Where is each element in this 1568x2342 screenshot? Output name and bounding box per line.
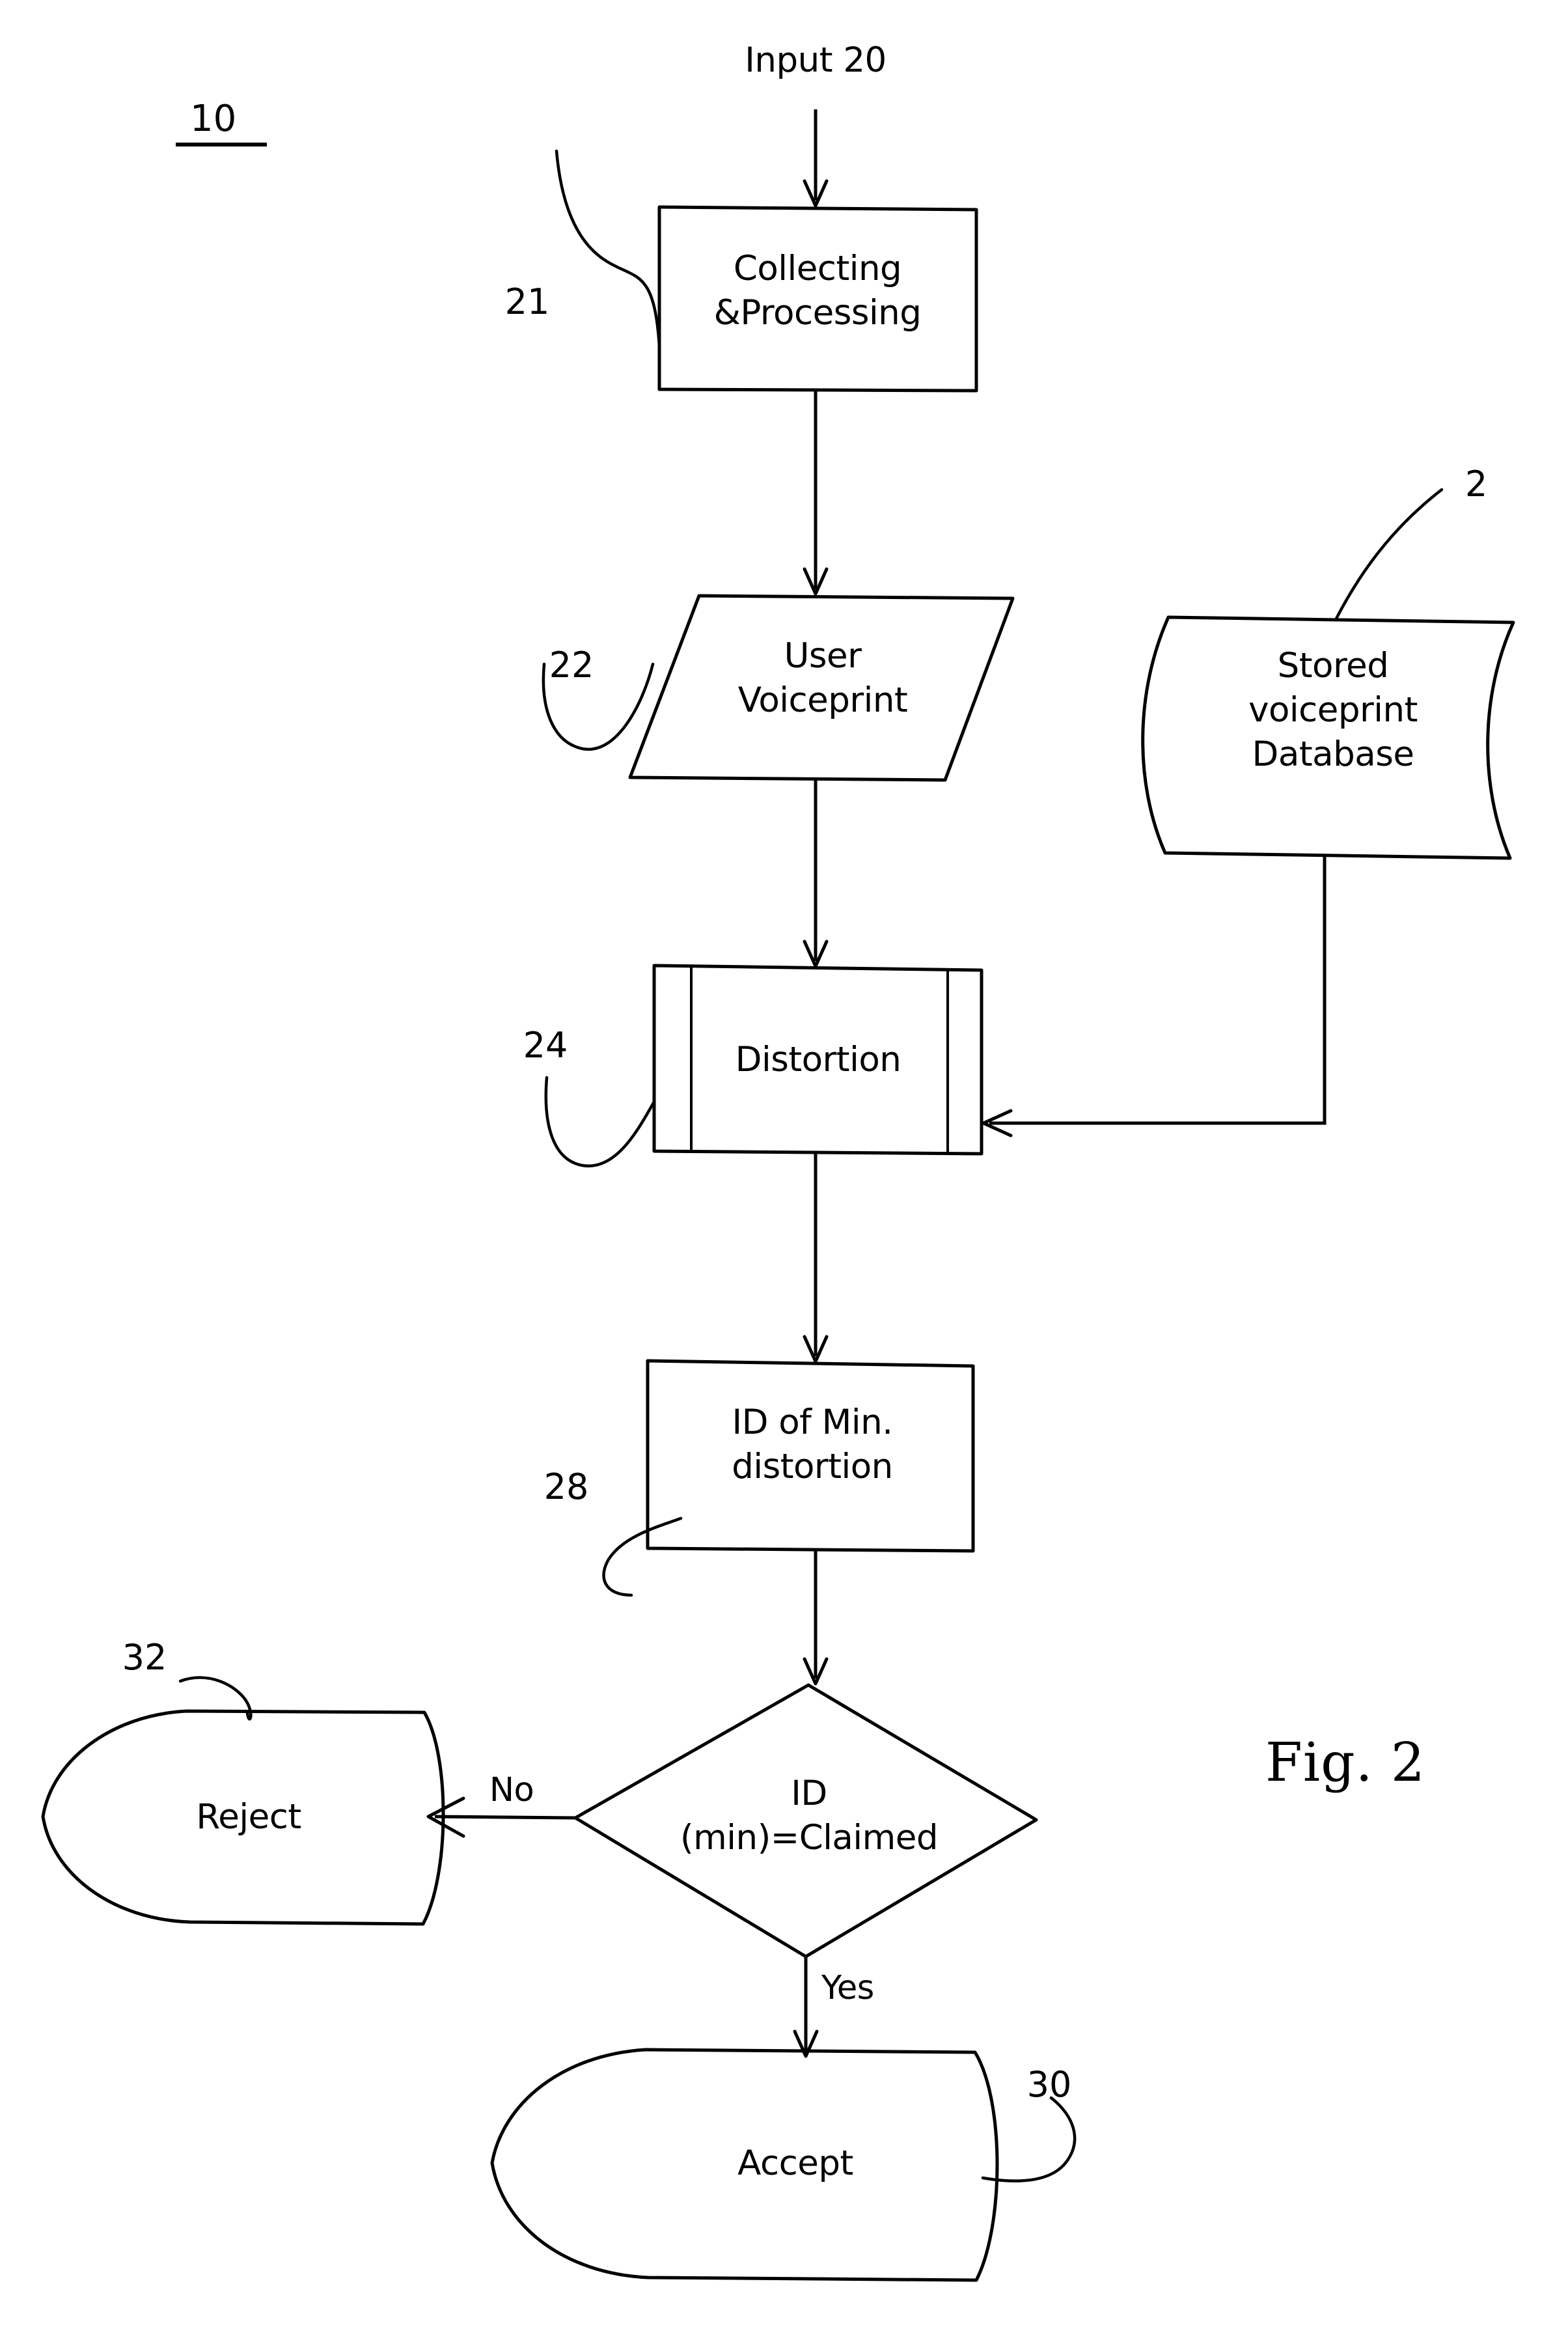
node-label-idmin-line1: ID of Min.: [732, 1402, 893, 1442]
node-label-database-line2: voiceprint: [1248, 690, 1418, 730]
reference-numeral-2: 2: [1465, 464, 1488, 505]
reference-numeral-21: 21: [504, 281, 550, 322]
reference-numeral-30: 30: [1026, 2064, 1072, 2105]
connector-database-to-distortion: [989, 854, 1327, 1125]
edge-label-no: No: [489, 1771, 534, 1809]
assembly-number: 10: [190, 98, 237, 140]
leader-line-ref-2: [1334, 488, 1444, 622]
leader-line-ref-21: [555, 149, 661, 348]
node-label-distortion: Distortion: [735, 1040, 901, 1080]
node-label-accept: Accept: [737, 2143, 853, 2183]
node-label-database-line3: Database: [1252, 734, 1414, 774]
leader-line-ref-28: [602, 1516, 683, 1597]
reference-numeral-32: 32: [122, 1637, 167, 1678]
node-label-voiceprint-line2: Voiceprint: [737, 680, 908, 720]
decision-label-line2: (min)=Claimed: [680, 1818, 939, 1858]
node-label-reject: Reject: [196, 1797, 301, 1837]
node-label-collecting-line1: Collecting: [733, 249, 902, 288]
figure-caption: Fig. 2: [1265, 1732, 1425, 1794]
node-label-collecting-line2: &Processing: [713, 293, 922, 333]
node-label-idmin-line2: distortion: [732, 1447, 893, 1486]
node-label-database-line1: Stored: [1277, 646, 1389, 686]
decision-label-line1: ID: [791, 1774, 827, 1813]
leader-line-ref-24: [544, 1076, 656, 1167]
reference-numeral-22: 22: [549, 645, 594, 686]
reference-numeral-28: 28: [543, 1466, 589, 1507]
reference-numeral-24: 24: [523, 1025, 568, 1066]
node-label-voiceprint-line1: User: [784, 636, 862, 676]
flowchart-vector-layer: [41, 109, 1515, 2282]
edge-label-yes: Yes: [821, 1969, 874, 2007]
connector-decision-to-reject: [434, 1815, 576, 1820]
input-label: Input 20: [745, 40, 887, 80]
patent-figure-canvas: 10 Input 20 Collecting &Processing 21 Us…: [0, 0, 1568, 2342]
